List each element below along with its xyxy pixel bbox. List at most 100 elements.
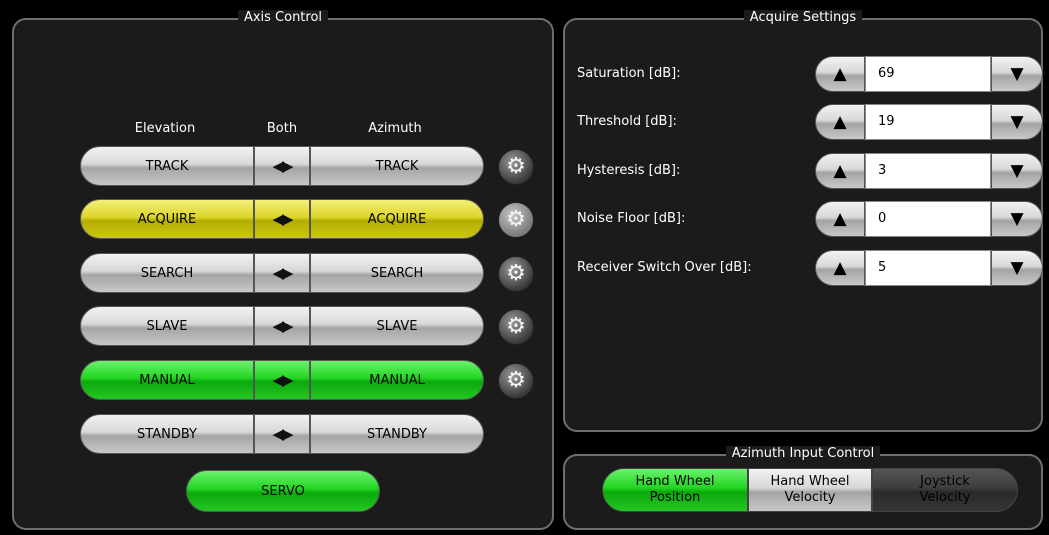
both-standby-button[interactable]: ◀▶: [254, 414, 310, 454]
both-acquire-button[interactable]: ◀▶: [254, 199, 310, 239]
triangle-down-icon: ▼: [1010, 258, 1024, 278]
button-label: MANUAL: [369, 372, 425, 388]
button-label: SLAVE: [376, 318, 418, 334]
hysteresis-input[interactable]: 3: [865, 153, 991, 189]
acquire-settings-title: Acquire Settings: [565, 10, 1041, 26]
azimuth-track-button[interactable]: TRACK: [310, 146, 484, 186]
acquire-settings-title-text: Acquire Settings: [743, 10, 863, 25]
hysteresis-row: Hysteresis [dB]: ▲ 3 ▼: [577, 153, 1049, 189]
both-manual-button[interactable]: ◀▶: [254, 360, 310, 400]
triangle-up-icon: ▲: [833, 64, 847, 84]
label-line-1: Hand Wheel: [770, 474, 850, 489]
elevation-search-button[interactable]: SEARCH: [80, 253, 254, 293]
servo-button[interactable]: SERVO: [186, 470, 380, 512]
noise-floor-input[interactable]: 0: [865, 201, 991, 237]
threshold-row: Threshold [dB]: ▲ 19 ▼: [577, 104, 1049, 140]
triangle-down-icon: ▼: [1010, 161, 1024, 181]
servo-label: SERVO: [261, 483, 305, 499]
threshold-decrement-button[interactable]: ▼: [991, 104, 1043, 140]
mode-row-search: SEARCH ◀▶ SEARCH ⚙: [80, 253, 560, 295]
button-label: Hand Wheel Position: [635, 474, 714, 506]
azimuth-acquire-button[interactable]: ACQUIRE: [310, 199, 484, 239]
noise-floor-row: Noise Floor [dB]: ▲ 0 ▼: [577, 201, 1049, 237]
axis-control-title-text: Axis Control: [237, 10, 329, 25]
mode-row-acquire: ACQUIRE ◀▶ ACQUIRE ⚙: [80, 199, 560, 241]
both-search-button[interactable]: ◀▶: [254, 253, 310, 293]
button-label: MANUAL: [139, 372, 195, 388]
azimuth-search-button[interactable]: SEARCH: [310, 253, 484, 293]
saturation-row: Saturation [dB]: ▲ 69 ▼: [577, 56, 1049, 92]
receiver-switch-over-label: Receiver Switch Over [dB]:: [577, 260, 752, 275]
noise-floor-increment-button[interactable]: ▲: [815, 201, 865, 237]
noise-floor-decrement-button[interactable]: ▼: [991, 201, 1043, 237]
hysteresis-label: Hysteresis [dB]:: [577, 163, 681, 178]
double-arrow-icon: ◀▶: [272, 371, 293, 389]
receiver-switch-over-row: Receiver Switch Over [dB]: ▲ 5 ▼: [577, 250, 1049, 286]
triangle-down-icon: ▼: [1010, 64, 1024, 84]
button-label: STANDBY: [137, 426, 197, 442]
threshold-input[interactable]: 19: [865, 104, 991, 140]
hand-wheel-velocity-button[interactable]: Hand Wheel Velocity: [748, 468, 872, 512]
elevation-acquire-button[interactable]: ACQUIRE: [80, 199, 254, 239]
elevation-standby-button[interactable]: STANDBY: [80, 414, 254, 454]
threshold-increment-button[interactable]: ▲: [815, 104, 865, 140]
azimuth-input-control-title-text: Azimuth Input Control: [725, 446, 881, 461]
gear-icon[interactable]: ⚙: [498, 149, 534, 185]
elevation-header: Elevation: [134, 121, 196, 136]
gear-icon[interactable]: ⚙: [498, 202, 534, 238]
label-line-2: Velocity: [919, 490, 971, 505]
triangle-up-icon: ▲: [833, 161, 847, 181]
both-slave-button[interactable]: ◀▶: [254, 306, 310, 346]
saturation-increment-button[interactable]: ▲: [815, 56, 865, 92]
saturation-input[interactable]: 69: [865, 56, 991, 92]
azimuth-slave-button[interactable]: SLAVE: [310, 306, 484, 346]
triangle-up-icon: ▲: [833, 112, 847, 132]
both-track-button[interactable]: ◀▶: [254, 146, 310, 186]
hysteresis-decrement-button[interactable]: ▼: [991, 153, 1043, 189]
button-label: SLAVE: [146, 318, 188, 334]
triangle-down-icon: ▼: [1010, 209, 1024, 229]
azimuth-header: Azimuth: [368, 121, 422, 136]
azimuth-standby-button[interactable]: STANDBY: [310, 414, 484, 454]
mode-row-standby: STANDBY ◀▶ STANDBY: [80, 414, 560, 456]
azimuth-input-control-title: Azimuth Input Control: [565, 446, 1041, 462]
both-header: Both: [266, 121, 298, 136]
saturation-decrement-button[interactable]: ▼: [991, 56, 1043, 92]
mode-row-manual: MANUAL ◀▶ MANUAL ⚙: [80, 360, 560, 402]
joystick-velocity-button[interactable]: Joystick Velocity: [872, 468, 1018, 512]
label-line-2: Position: [649, 490, 701, 505]
gear-icon[interactable]: ⚙: [498, 363, 534, 399]
noise-floor-label: Noise Floor [dB]:: [577, 211, 686, 226]
button-label: Joystick Velocity: [920, 474, 971, 506]
elevation-manual-button[interactable]: MANUAL: [80, 360, 254, 400]
double-arrow-icon: ◀▶: [272, 157, 293, 175]
button-label: TRACK: [375, 158, 419, 174]
receiver-switch-over-input[interactable]: 5: [865, 250, 991, 286]
receiver-switch-over-increment-button[interactable]: ▲: [815, 250, 865, 286]
hand-wheel-position-button[interactable]: Hand Wheel Position: [602, 468, 748, 512]
label-line-1: Hand Wheel: [635, 474, 715, 489]
mode-row-slave: SLAVE ◀▶ SLAVE ⚙: [80, 306, 560, 348]
elevation-track-button[interactable]: TRACK: [80, 146, 254, 186]
gear-icon[interactable]: ⚙: [498, 309, 534, 345]
double-arrow-icon: ◀▶: [272, 264, 293, 282]
button-label: SEARCH: [140, 265, 194, 281]
hysteresis-increment-button[interactable]: ▲: [815, 153, 865, 189]
receiver-switch-over-decrement-button[interactable]: ▼: [991, 250, 1043, 286]
mode-row-track: TRACK ◀▶ TRACK ⚙: [80, 146, 560, 188]
saturation-label: Saturation [dB]:: [577, 66, 681, 81]
double-arrow-icon: ◀▶: [272, 317, 293, 335]
elevation-slave-button[interactable]: SLAVE: [80, 306, 254, 346]
label-line-2: Velocity: [784, 490, 836, 505]
triangle-up-icon: ▲: [833, 258, 847, 278]
button-label: SEARCH: [370, 265, 424, 281]
double-arrow-icon: ◀▶: [272, 210, 293, 228]
button-label: ACQUIRE: [137, 211, 197, 227]
double-arrow-icon: ◀▶: [272, 425, 293, 443]
threshold-label: Threshold [dB]:: [577, 114, 677, 129]
button-label: TRACK: [145, 158, 189, 174]
azimuth-manual-button[interactable]: MANUAL: [310, 360, 484, 400]
triangle-up-icon: ▲: [833, 209, 847, 229]
label-line-1: Joystick: [920, 474, 970, 489]
gear-icon[interactable]: ⚙: [498, 256, 534, 292]
